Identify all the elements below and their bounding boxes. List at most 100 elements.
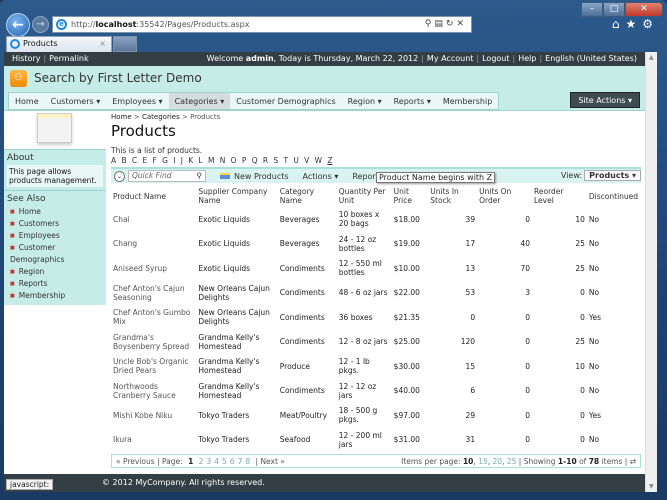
table-row[interactable]: Chef Anton's Gumbo Mix New Orleans Cajun … — [111, 305, 641, 330]
page-link[interactable]: 7 — [238, 457, 243, 466]
see-also-home[interactable]: Home — [7, 206, 103, 218]
page-link[interactable]: 4 — [214, 457, 219, 466]
letter-link-w[interactable]: W — [315, 156, 322, 165]
previous-page-link[interactable]: « Previous — [116, 457, 155, 466]
menu-membership[interactable]: Membership — [437, 93, 498, 109]
letter-link-a[interactable]: A — [111, 156, 116, 165]
new-products-button[interactable]: New Products — [220, 172, 289, 181]
menu-reports[interactable]: Reports ▾ — [388, 93, 437, 109]
letter-link-r[interactable]: R — [263, 156, 268, 165]
toolbar-menu-icon[interactable]: ⌄ — [114, 170, 125, 182]
column-header[interactable]: Unit Price — [392, 185, 429, 207]
letter-link-c[interactable]: C — [132, 156, 137, 165]
letter-link-m[interactable]: M — [208, 156, 214, 165]
column-header[interactable]: Supplier Company Name — [196, 185, 277, 207]
search-icon[interactable]: ⚲ — [197, 171, 203, 181]
help-link[interactable]: Help — [518, 54, 536, 63]
permalink-link[interactable]: Permalink — [49, 54, 88, 63]
table-cell[interactable]: Grandma's Boysenberry Spread — [111, 330, 196, 355]
table-row[interactable]: Ikura Tokyo Traders Seafood 12 - 200 ml jar… — [111, 428, 641, 453]
table-row[interactable]: Northwoods Cranberry Sauce Grandma Kelly'… — [111, 379, 641, 404]
table-cell[interactable]: Chang — [111, 232, 196, 257]
my-account-link[interactable]: My Account — [427, 54, 473, 63]
menu-customers[interactable]: Customers ▾ — [45, 93, 107, 109]
site-actions-button[interactable]: Site Actions ▾ — [570, 92, 640, 108]
letter-link-t[interactable]: T — [283, 156, 288, 165]
letter-link-g[interactable]: G — [162, 156, 168, 165]
page-size-link[interactable]: 15 — [478, 457, 488, 466]
logout-link[interactable]: Logout — [482, 54, 509, 63]
see-also-reports[interactable]: Reports — [7, 278, 103, 290]
vertical-scrollbar[interactable]: ▲ ▼ — [645, 52, 657, 492]
letter-link-i[interactable]: I — [173, 156, 175, 165]
table-row[interactable]: Chang Exotic Liquids Beverages 24 - 12 oz b… — [111, 232, 641, 257]
menu-home[interactable]: Home — [9, 93, 45, 109]
table-row[interactable]: Uncle Bob's Organic Dried Pears Grandma K… — [111, 354, 641, 379]
search-icon[interactable]: ⚲ — [425, 19, 435, 29]
history-link[interactable]: History — [12, 54, 40, 63]
gear-icon[interactable]: ⚙ — [642, 17, 659, 31]
page-link[interactable]: 6 — [230, 457, 235, 466]
page-link[interactable]: 8 — [245, 457, 250, 466]
maximize-button[interactable]: □ — [603, 2, 625, 17]
table-row[interactable]: Aniseed Syrup Exotic Liquids Condiments 12 … — [111, 256, 641, 281]
minimize-button[interactable]: – — [581, 2, 603, 17]
see-also-customers[interactable]: Customers — [7, 218, 103, 230]
letter-link-n[interactable]: N — [220, 156, 226, 165]
table-cell[interactable]: Chai — [111, 207, 196, 232]
column-header[interactable]: Category Name — [278, 185, 337, 207]
letter-link-s[interactable]: S — [273, 156, 278, 165]
letter-link-o[interactable]: O — [231, 156, 237, 165]
tab-close-icon[interactable]: × — [99, 37, 106, 51]
see-also-region[interactable]: Region — [7, 266, 103, 278]
refresh-icon[interactable]: ↻ — [446, 19, 457, 29]
page-link[interactable]: 3 — [206, 457, 211, 466]
table-cell[interactable]: Ikura — [111, 428, 196, 453]
see-also-employees[interactable]: Employees — [7, 230, 103, 242]
language-link[interactable]: English (United States) — [545, 54, 637, 63]
see-also-customer-demographics[interactable]: Customer Demographics — [7, 242, 103, 266]
page-link[interactable]: 2 — [199, 457, 204, 466]
new-tab-button[interactable] — [113, 36, 137, 52]
menu-employees[interactable]: Employees ▾ — [106, 93, 168, 109]
refresh-icon[interactable]: ⇄ — [630, 457, 636, 466]
column-header[interactable]: Units On Order — [477, 185, 532, 207]
breadcrumb-categories[interactable]: Categories — [142, 113, 180, 121]
letter-link-p[interactable]: P — [242, 156, 247, 165]
table-cell[interactable]: Chef Anton's Gumbo Mix — [111, 305, 196, 330]
stop-icon[interactable]: ✕ — [456, 19, 467, 29]
home-icon[interactable]: ⌂ — [612, 17, 626, 31]
column-header[interactable]: Quantity Per Unit — [337, 185, 392, 207]
page-size-link[interactable]: 20 — [493, 457, 503, 466]
scroll-down-icon[interactable]: ▼ — [649, 483, 654, 490]
column-header[interactable]: Units In Stock — [428, 185, 477, 207]
page-size-link[interactable]: 25 — [507, 457, 517, 466]
letter-link-j[interactable]: J — [181, 156, 183, 165]
letter-link-q[interactable]: Q — [252, 156, 258, 165]
letter-link-z[interactable]: Z — [327, 156, 332, 165]
menu-categories[interactable]: Categories ▾ — [168, 93, 231, 109]
column-header[interactable]: Product Name — [111, 185, 196, 207]
address-bar[interactable]: e http://localhost:35542/Pages/Products.… — [52, 16, 472, 33]
letter-link-v[interactable]: V — [304, 156, 309, 165]
table-row[interactable]: Grandma's Boysenberry Spread Grandma Kell… — [111, 330, 641, 355]
menu-customer-demographics[interactable]: Customer Demographics — [230, 93, 341, 109]
favorites-star-icon[interactable]: ★ — [625, 17, 642, 31]
table-cell[interactable]: Aniseed Syrup — [111, 256, 196, 281]
table-row[interactable]: Chef Anton's Cajun Seasoning New Orleans … — [111, 281, 641, 306]
letter-link-k[interactable]: K — [188, 156, 193, 165]
letter-link-u[interactable]: U — [293, 156, 299, 165]
compat-icon[interactable]: ▤ — [434, 19, 446, 29]
table-row[interactable]: Mishi Kobe Niku Tokyo Traders Meat/Poultry… — [111, 403, 641, 428]
close-button[interactable]: ✕ — [625, 2, 663, 17]
table-row[interactable]: Chai Exotic Liquids Beverages 10 boxes x 20… — [111, 207, 641, 232]
forward-button[interactable]: → — [32, 16, 49, 33]
quick-find-input[interactable]: Quick Find ⚲ — [128, 170, 206, 182]
browser-tab[interactable]: Products × — [6, 36, 112, 52]
see-also-membership[interactable]: Membership — [7, 290, 103, 302]
letter-link-l[interactable]: L — [198, 156, 202, 165]
table-cell[interactable]: Northwoods Cranberry Sauce — [111, 379, 196, 404]
letter-link-e[interactable]: E — [142, 156, 147, 165]
view-select[interactable]: Products ▾ — [584, 170, 641, 181]
letter-link-b[interactable]: B — [121, 156, 126, 165]
